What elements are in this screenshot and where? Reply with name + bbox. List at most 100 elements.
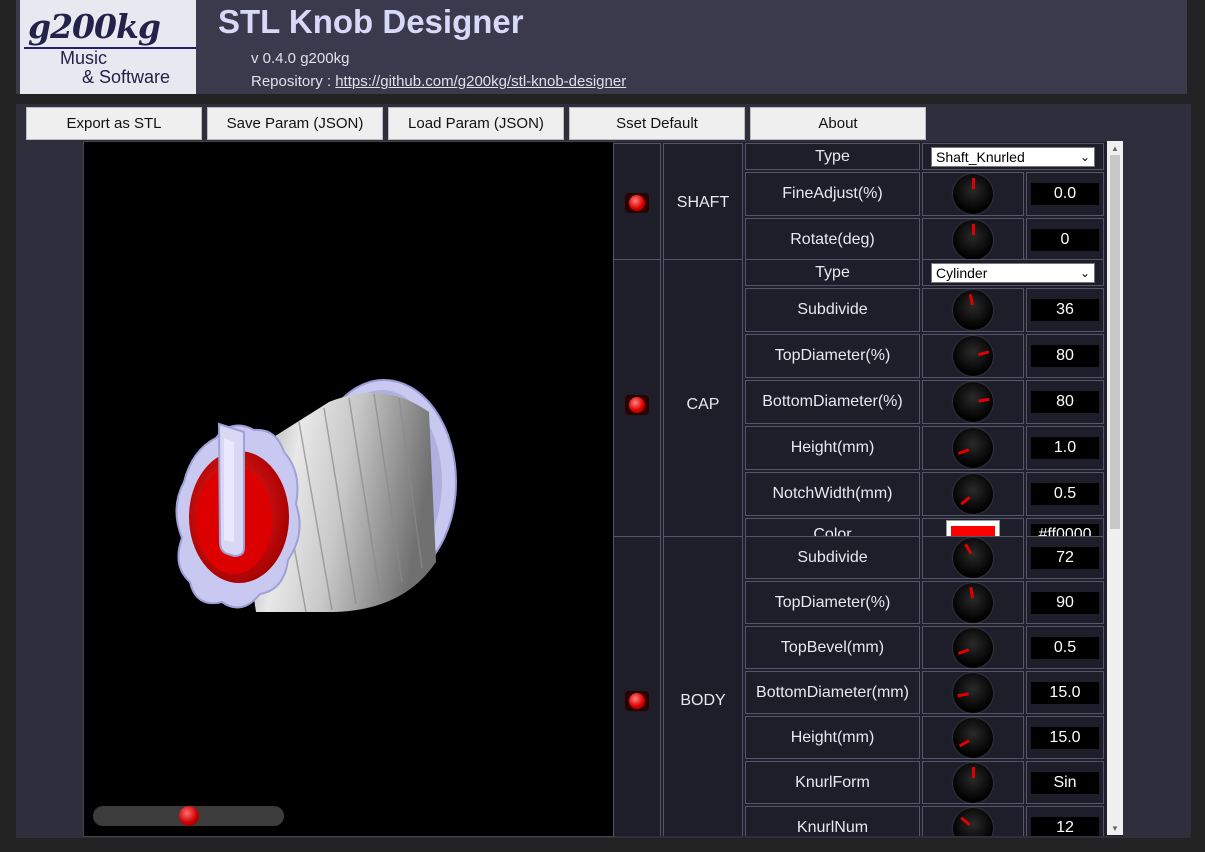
param-label-cell: KnurlNum — [745, 806, 920, 836]
param-knob[interactable] — [953, 220, 993, 260]
set-default-button[interactable]: Sset Default — [569, 107, 745, 140]
knob-indicator-icon — [957, 691, 969, 697]
param-value-cell: 80 — [1026, 334, 1104, 378]
param-knob[interactable] — [953, 762, 993, 803]
param-value-input[interactable]: 0.0 — [1031, 183, 1099, 205]
param-label: NotchWidth(mm) — [772, 485, 893, 502]
select-value: Shaft_Knurled — [936, 148, 1025, 165]
param-value-input[interactable]: 36 — [1031, 299, 1099, 321]
param-value-input[interactable]: 15.0 — [1031, 681, 1099, 704]
app-header: g200kg Music & Software STL Knob Designe… — [16, 0, 1187, 94]
param-label-cell: FineAdjust(%) — [745, 172, 920, 216]
params-scrollbar[interactable]: ▲ ▼ — [1107, 141, 1123, 835]
param-knob[interactable] — [953, 336, 993, 376]
param-label: Height(mm) — [790, 439, 875, 456]
cap-type-select[interactable]: Cylinder ⌄ — [931, 262, 1095, 283]
knob-indicator-icon — [972, 178, 975, 189]
param-value-input[interactable]: 0 — [1031, 229, 1099, 251]
param-value-cell: 80 — [1026, 380, 1104, 424]
param-knob[interactable] — [953, 290, 993, 330]
param-knob-cell — [922, 761, 1024, 804]
save-param-button[interactable]: Save Param (JSON) — [207, 107, 383, 140]
param-value-cell: 0 — [1026, 218, 1104, 262]
param-value-cell: 0.0 — [1026, 172, 1104, 216]
param-knob-cell — [922, 716, 1024, 759]
param-value-cell: 15.0 — [1026, 671, 1104, 714]
cap-enable-led-icon[interactable] — [625, 395, 649, 415]
knob-indicator-icon — [969, 586, 975, 598]
param-label-cell: KnurlForm — [745, 761, 920, 804]
knob-3d-model — [175, 379, 457, 613]
param-label: FineAdjust(%) — [782, 185, 883, 202]
param-knob[interactable] — [953, 428, 993, 468]
repository-link[interactable]: https://github.com/g200kg/stl-knob-desig… — [335, 73, 626, 90]
param-knob-cell — [922, 380, 1024, 424]
shaft-type-select[interactable]: Shaft_Knurled ⌄ — [931, 146, 1095, 167]
param-value-input[interactable]: 72 — [1031, 546, 1099, 569]
export-stl-button[interactable]: Export as STL — [26, 107, 202, 140]
param-value-cell: 36 — [1026, 288, 1104, 332]
param-knob[interactable] — [953, 382, 993, 422]
param-value-cell: 0.5 — [1026, 626, 1104, 669]
param-knob[interactable] — [953, 174, 993, 214]
scrollbar-thumb[interactable] — [1110, 155, 1120, 529]
param-knob-cell — [922, 172, 1024, 216]
g200kg-logo[interactable]: g200kg Music & Software — [20, 0, 196, 94]
param-label: TopBevel(mm) — [780, 638, 885, 656]
knob-indicator-icon — [958, 738, 970, 747]
param-value-input[interactable]: 0.5 — [1031, 483, 1099, 505]
rotation-slider[interactable] — [93, 806, 284, 826]
param-label: BottomDiameter(mm) — [756, 683, 909, 701]
shaft-enable-led-icon[interactable] — [625, 192, 649, 213]
param-knob[interactable] — [953, 717, 993, 758]
param-knob-cell — [922, 288, 1024, 332]
logo-divider — [24, 47, 196, 49]
slider-thumb[interactable] — [178, 806, 199, 826]
param-value-cell: 15.0 — [1026, 716, 1104, 759]
scroll-down-icon[interactable]: ▼ — [1107, 822, 1123, 834]
param-knob-cell — [922, 426, 1024, 470]
about-button[interactable]: About — [750, 107, 926, 140]
param-label-cell: NotchWidth(mm) — [745, 472, 920, 516]
param-knob[interactable] — [953, 672, 993, 713]
param-value-input[interactable]: 90 — [1031, 591, 1099, 614]
cap-enable-cell — [613, 259, 661, 551]
param-knob[interactable] — [953, 807, 993, 836]
param-knob-cell — [922, 626, 1024, 669]
scroll-up-icon[interactable]: ▲ — [1107, 142, 1123, 154]
body-enable-cell — [613, 536, 661, 836]
knob-indicator-icon — [960, 816, 971, 826]
main-panel: Export as STL Save Param (JSON) Load Par… — [16, 104, 1191, 838]
param-label: TopDiameter(%) — [774, 347, 891, 364]
logo-sub-text: & Software — [82, 67, 171, 87]
version-text: v 0.4.0 g200kg — [251, 50, 350, 67]
knob-indicator-icon — [968, 294, 974, 306]
param-label: Rotate(deg) — [790, 231, 875, 248]
param-value-input[interactable]: 12 — [1031, 816, 1099, 836]
param-value-input[interactable]: Sin — [1031, 771, 1099, 794]
knob-indicator-icon — [977, 350, 990, 357]
logo-sub-text: Music — [60, 48, 108, 68]
load-param-button[interactable]: Load Param (JSON) — [388, 107, 564, 140]
knob-indicator-icon — [960, 496, 971, 506]
page-title: STL Knob Designer — [218, 3, 524, 40]
body-enable-led-icon[interactable] — [625, 691, 649, 711]
param-value-input[interactable]: 0.5 — [1031, 636, 1099, 659]
parameter-panel: SHAFT Type Shaft_Knurled ⌄ FineAdjust(%) 0.0 R… — [613, 142, 1123, 836]
chevron-down-icon: ⌄ — [1079, 265, 1090, 280]
param-knob[interactable] — [953, 627, 993, 668]
param-knob[interactable] — [953, 537, 993, 578]
param-value-input[interactable]: 15.0 — [1031, 726, 1099, 749]
param-knob[interactable] — [953, 582, 993, 623]
param-knob[interactable] — [953, 474, 993, 514]
3d-preview-viewport[interactable] — [83, 141, 615, 837]
logo-text: g200kg — [28, 7, 161, 46]
param-value-cell: 90 — [1026, 581, 1104, 624]
param-value-input[interactable]: 80 — [1031, 345, 1099, 367]
param-label-cell: TopBevel(mm) — [745, 626, 920, 669]
param-value-input[interactable]: 80 — [1031, 391, 1099, 413]
param-value-input[interactable]: 1.0 — [1031, 437, 1099, 459]
knob-indicator-icon — [978, 397, 990, 403]
led-icon — [629, 194, 645, 211]
param-label: Height(mm) — [790, 728, 875, 746]
